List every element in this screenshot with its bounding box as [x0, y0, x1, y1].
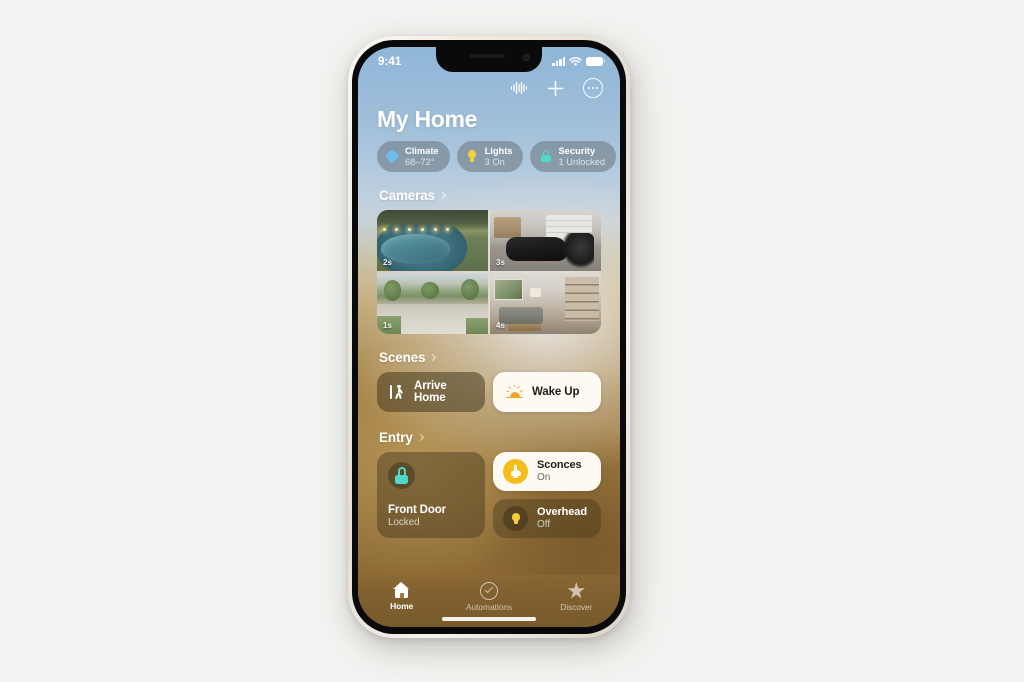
- signal-bars-icon: [552, 57, 565, 66]
- section-title-scenes: Scenes: [379, 350, 426, 365]
- app-header: My Home: [358, 73, 620, 133]
- pool-path-lights: [382, 228, 472, 234]
- garage-shelf: [494, 217, 522, 239]
- overhead-title: Overhead: [537, 505, 587, 518]
- status-chip-row[interactable]: Climate 68–72° Lights 3 On Security 1 Un…: [358, 141, 620, 172]
- add-icon[interactable]: [547, 80, 564, 97]
- chip-subtitle-lights: 3 On: [484, 156, 505, 167]
- exercise-bike: [561, 233, 595, 269]
- wall-art: [494, 279, 524, 300]
- bulb-icon: [466, 150, 479, 163]
- camera-timestamp-living-room: 4s: [496, 321, 505, 330]
- tab-home[interactable]: Home: [358, 582, 445, 611]
- camera-timestamp-pool: 2s: [383, 258, 392, 267]
- accessory-tile-front-door[interactable]: Front Door Locked: [377, 452, 485, 538]
- home-indicator[interactable]: [442, 617, 536, 621]
- status-chip-climate[interactable]: Climate 68–72°: [377, 141, 450, 172]
- scene-card-wake-up[interactable]: Wake Up: [493, 372, 601, 412]
- camera-timestamp-driveway: 1s: [383, 321, 392, 330]
- chip-title-lights: Lights: [484, 146, 513, 157]
- tab-automations[interactable]: Automations: [445, 582, 532, 612]
- coffee-table: [507, 323, 542, 331]
- camera-grid[interactable]: 2s 3s 1s 4s: [377, 210, 601, 334]
- entry-grid[interactable]: Front Door Locked Sconces On Overhead Of…: [358, 452, 620, 538]
- tree-mid: [421, 281, 440, 299]
- sconces-state: On: [537, 472, 551, 484]
- lock-closed-icon: [388, 462, 415, 489]
- camera-timestamp-garage: 3s: [496, 258, 505, 267]
- floor-lamp: [529, 287, 542, 298]
- section-title-entry: Entry: [379, 430, 413, 445]
- front-door-title: Front Door: [388, 504, 446, 516]
- tab-discover[interactable]: Discover: [533, 582, 620, 612]
- tree-right: [461, 279, 480, 300]
- status-bar-time: 9:41: [378, 55, 402, 68]
- house-icon: [392, 582, 411, 599]
- lawn-right: [465, 318, 488, 334]
- overhead-state: Off: [537, 519, 551, 531]
- earpiece-speaker: [469, 54, 506, 58]
- tree-left: [383, 280, 402, 302]
- star-icon: [567, 582, 585, 599]
- lock-icon: [539, 150, 552, 163]
- camera-tile-driveway[interactable]: 1s: [377, 273, 488, 334]
- chip-title-security: Security: [558, 146, 596, 157]
- chip-title-climate: Climate: [405, 146, 439, 157]
- accessory-tile-overhead[interactable]: Overhead Off: [493, 499, 601, 538]
- fan-icon: [384, 148, 401, 165]
- tab-label-home: Home: [390, 601, 414, 611]
- device-screen: 9:41 My Home Climate 68–72° Lights 3 On …: [358, 47, 620, 627]
- home-content[interactable]: Climate 68–72° Lights 3 On Security 1 Un…: [358, 141, 620, 627]
- siri-waveform-icon[interactable]: [510, 81, 528, 95]
- chevron-right-icon: [429, 353, 437, 362]
- exercise-mat: [505, 236, 568, 262]
- wifi-icon: [569, 56, 582, 66]
- scenes-row[interactable]: Arrive Home Wake Up: [358, 372, 620, 412]
- tab-label-automations: Automations: [465, 602, 512, 612]
- front-door-subtitle: Locked: [388, 517, 420, 528]
- camera-tile-pool[interactable]: 2s: [377, 210, 488, 271]
- section-title-cameras: Cameras: [379, 188, 435, 203]
- scene-label-wake-up: Wake Up: [532, 386, 580, 398]
- walking-person-icon: [390, 384, 405, 400]
- more-icon[interactable]: [583, 78, 603, 98]
- section-header-entry[interactable]: Entry: [358, 430, 620, 445]
- header-action-row: [372, 73, 606, 103]
- bookshelves: [565, 276, 599, 321]
- chevron-right-icon: [438, 191, 447, 200]
- status-chip-lights[interactable]: Lights 3 On: [456, 141, 524, 172]
- section-header-cameras[interactable]: Cameras: [358, 188, 620, 203]
- sconces-title: Sconces: [537, 458, 582, 471]
- section-header-scenes[interactable]: Scenes: [358, 350, 620, 365]
- camera-tile-garage-gym[interactable]: 3s: [490, 210, 601, 271]
- page-title: My Home: [377, 106, 478, 132]
- device-bezel: 9:41 My Home Climate 68–72° Lights 3 On …: [352, 40, 626, 634]
- overhead-icon: [503, 506, 528, 531]
- chip-subtitle-climate: 68–72°: [405, 156, 435, 167]
- battery-icon: [586, 57, 606, 66]
- iphone-device: 9:41 My Home Climate 68–72° Lights 3 On …: [348, 36, 630, 638]
- sofa: [498, 307, 544, 325]
- status-bar-indicators: [552, 56, 606, 67]
- chip-subtitle-security: 1 Unlocked: [558, 156, 605, 167]
- camera-tile-living-room[interactable]: 4s: [490, 273, 601, 334]
- scene-card-arrive-home[interactable]: Arrive Home: [377, 372, 485, 412]
- sunrise-icon: [505, 384, 524, 400]
- front-camera: [523, 54, 530, 61]
- check-circle-icon: [479, 582, 498, 600]
- accessory-tile-sconces[interactable]: Sconces On: [493, 452, 601, 491]
- tab-label-discover: Discover: [560, 602, 593, 612]
- scene-label-arrive-home: Arrive Home: [414, 380, 447, 404]
- display-notch: [436, 47, 542, 72]
- status-chip-security[interactable]: Security 1 Unlocked: [530, 141, 616, 172]
- chevron-right-icon: [416, 433, 424, 442]
- sconce-icon: [503, 459, 528, 484]
